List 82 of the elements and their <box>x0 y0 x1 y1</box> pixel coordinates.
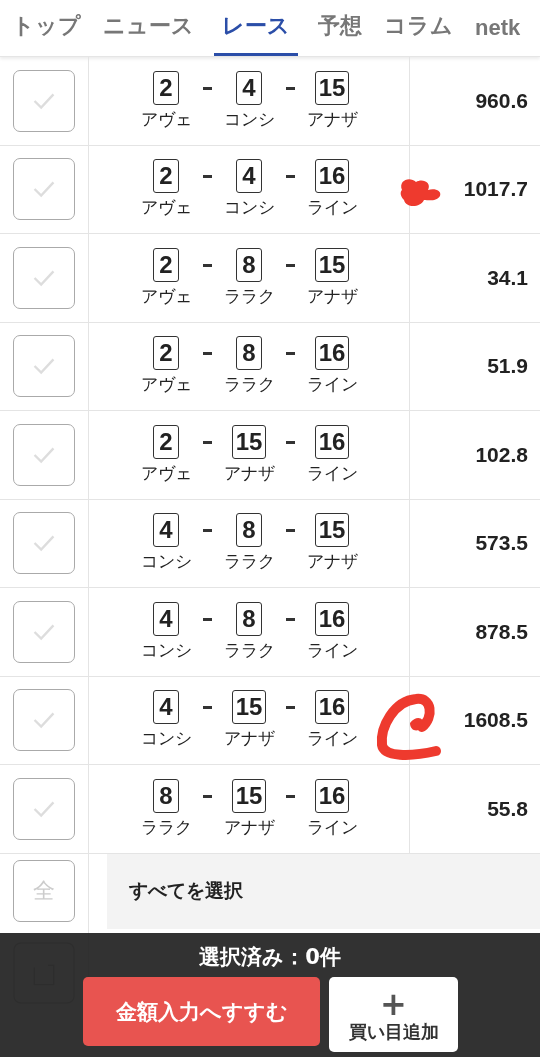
horse-number: 15 <box>314 70 350 105</box>
horse-name: アナザ <box>306 550 358 574</box>
odds-value: 34.1 <box>487 265 528 290</box>
horse-name: ララク <box>223 638 275 662</box>
horse-name: アヴェ <box>140 107 192 131</box>
horse-number: 8 <box>236 601 262 636</box>
horse-name: アヴェ <box>140 461 192 485</box>
horse-name: アナザ <box>223 815 275 839</box>
checkbox[interactable] <box>13 69 75 132</box>
horse-number: 2 <box>153 424 179 459</box>
odds-value: 1608.5 <box>463 708 528 733</box>
horse-number: 15 <box>314 513 350 548</box>
odds-value: 102.8 <box>475 442 528 467</box>
horse-number: 4 <box>236 70 262 105</box>
horse-name: ライン <box>306 461 358 485</box>
nav-tab[interactable]: ニュース <box>101 1 196 56</box>
horse-number: 16 <box>314 336 350 371</box>
horse-name: アヴェ <box>140 196 192 220</box>
checkbox[interactable] <box>13 246 75 309</box>
horse-number: 2 <box>153 159 179 194</box>
horse-name: ライン <box>306 815 358 839</box>
checkbox[interactable] <box>13 512 75 575</box>
horse-number: 8 <box>236 247 262 282</box>
horse-number: 4 <box>153 513 179 548</box>
horse-name: ライン <box>306 196 358 220</box>
horse-number: 15 <box>231 690 267 725</box>
odds-value: 1017.7 <box>463 177 528 202</box>
horse-name: コンシ <box>140 727 192 751</box>
horse-name: ララク <box>223 373 275 397</box>
nav-tab[interactable]: netk <box>473 5 523 56</box>
horse-name: アヴェ <box>140 284 192 308</box>
checkbox[interactable] <box>13 689 75 752</box>
horse-number: 8 <box>236 336 262 371</box>
odds-value: 960.6 <box>475 88 528 113</box>
horse-number: 2 <box>153 247 179 282</box>
horse-number: 16 <box>314 690 350 725</box>
horse-name: アナザ <box>223 727 275 751</box>
horse-number: 2 <box>153 336 179 371</box>
selected-count: 選択済み：0件 <box>198 944 342 971</box>
horse-name: ライン <box>306 727 358 751</box>
odds-value: 55.8 <box>487 796 528 821</box>
horse-name: ララク <box>223 284 275 308</box>
nav-tab[interactable]: レース <box>214 1 298 56</box>
horse-name: アナザ <box>306 284 358 308</box>
checkbox[interactable] <box>13 158 75 221</box>
horse-name: ライン <box>306 638 358 662</box>
odds-value: 51.9 <box>487 354 528 379</box>
odds-value: 573.5 <box>475 531 528 556</box>
horse-number: 15 <box>231 778 267 813</box>
checkbox[interactable] <box>13 777 75 840</box>
nav-tab[interactable]: コラム <box>382 1 455 56</box>
horse-number: 2 <box>153 70 179 105</box>
checkbox[interactable] <box>13 335 75 398</box>
horse-name: アナザ <box>306 107 358 131</box>
horse-number: 8 <box>236 513 262 548</box>
horse-name: コンシ <box>140 638 192 662</box>
horse-number: 16 <box>314 601 350 636</box>
horse-number: 15 <box>231 424 267 459</box>
odds-value: 878.5 <box>475 619 528 644</box>
horse-name: ララク <box>140 815 192 839</box>
horse-number: 4 <box>153 690 179 725</box>
horse-name: アヴェ <box>140 373 192 397</box>
add-bet-button[interactable]: + 買い目追加 <box>329 977 458 1052</box>
checkbox[interactable] <box>13 600 75 663</box>
horse-name: コンシ <box>223 107 275 131</box>
horse-name: コンシ <box>223 196 275 220</box>
checkbox[interactable] <box>13 423 75 486</box>
horse-name: ララク <box>223 550 275 574</box>
proceed-button[interactable]: 金額入力へすすむ <box>83 977 320 1046</box>
horse-name: コンシ <box>140 550 192 574</box>
horse-number: 16 <box>314 424 350 459</box>
horse-number: 15 <box>314 247 350 282</box>
horse-number: 4 <box>236 159 262 194</box>
nav-tab[interactable]: トップ <box>10 1 83 56</box>
horse-number: 8 <box>153 778 179 813</box>
horse-name: アナザ <box>223 461 275 485</box>
horse-name: ライン <box>306 373 358 397</box>
nav-tab[interactable]: 予想 <box>316 1 364 56</box>
horse-number: 4 <box>153 601 179 636</box>
horse-number: 16 <box>314 778 350 813</box>
select-all-option[interactable]: すべてを選択 <box>107 853 540 929</box>
horse-number: 16 <box>314 159 350 194</box>
